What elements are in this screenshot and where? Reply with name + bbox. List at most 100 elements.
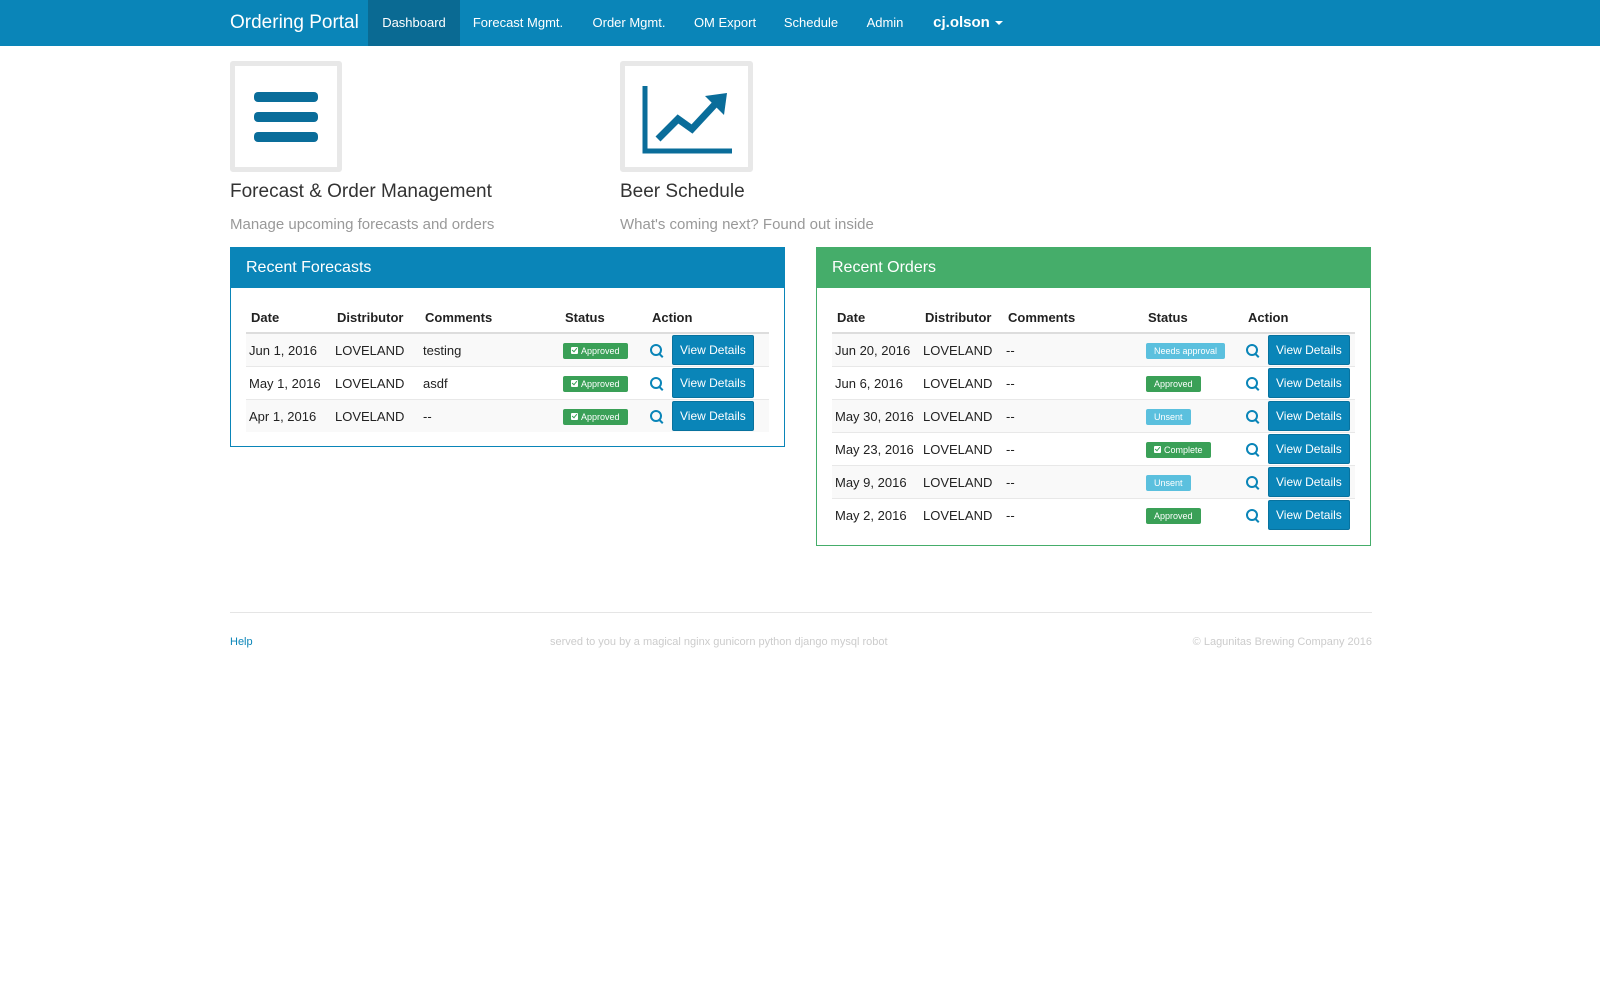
distributor-cell: LOVELAND <box>920 399 1003 433</box>
chart-line-icon <box>642 86 732 154</box>
search-icon[interactable] <box>650 344 662 356</box>
table-row: May 23, 2016 LOVELAND -- Complete View D… <box>832 432 1355 466</box>
comments-cell: -- <box>1003 432 1143 466</box>
status-cell: Needs approval <box>1143 332 1243 367</box>
search-icon[interactable] <box>1246 410 1258 422</box>
date-cell: May 23, 2016 <box>832 432 920 466</box>
status-cell: Unsent <box>1143 399 1243 433</box>
date-cell: Jun 6, 2016 <box>832 366 920 400</box>
action-cell: View Details <box>1243 465 1355 499</box>
forecast-order-title[interactable]: Forecast & Order Management <box>230 181 492 203</box>
date-cell: May 1, 2016 <box>246 366 332 400</box>
distributor-cell: LOVELAND <box>920 498 1003 531</box>
check-icon <box>571 379 578 387</box>
status-cell: Unsent <box>1143 465 1243 499</box>
col-status: Status <box>1143 306 1243 334</box>
comments-cell: -- <box>420 399 560 432</box>
status-badge: Approved <box>1146 507 1201 524</box>
col-action: Action <box>1243 306 1355 334</box>
user-name: cj.olson <box>933 14 990 31</box>
orders-table: Date Distributor Comments Status Action … <box>832 306 1355 531</box>
check-icon <box>1154 445 1161 453</box>
col-comments: Comments <box>420 306 560 334</box>
view-details-button[interactable]: View Details <box>1268 368 1350 398</box>
distributor-cell: LOVELAND <box>920 366 1003 400</box>
col-distributor: Distributor <box>332 306 420 334</box>
status-cell: Complete <box>1143 432 1243 466</box>
col-comments: Comments <box>1003 306 1143 334</box>
view-details-button[interactable]: View Details <box>1268 401 1350 431</box>
col-date: Date <box>246 306 332 334</box>
footer-tagline: served to you by a magical nginx gunicor… <box>550 636 888 648</box>
status-badge: Approved <box>563 342 628 359</box>
search-icon[interactable] <box>650 377 662 389</box>
status-badge: Needs approval <box>1146 342 1226 359</box>
distributor-cell: LOVELAND <box>332 332 420 367</box>
table-row: May 9, 2016 LOVELAND -- Unsent View Deta… <box>832 465 1355 499</box>
status-cell: Approved <box>1143 366 1243 400</box>
comments-cell: -- <box>1003 366 1143 400</box>
col-distributor: Distributor <box>920 306 1003 334</box>
recent-forecasts-panel: Recent Forecasts Date Distributor Commen… <box>230 247 785 447</box>
status-cell: Approved <box>560 399 647 432</box>
help-link[interactable]: Help <box>230 636 253 648</box>
view-details-button[interactable]: View Details <box>1268 434 1350 464</box>
status-badge: Unsent <box>1146 408 1191 425</box>
nav-order-mgmt[interactable]: Order Mgmt. <box>584 0 674 46</box>
recent-forecasts-heading: Recent Forecasts <box>231 248 784 288</box>
action-cell: View Details <box>1243 498 1355 531</box>
beer-schedule-title[interactable]: Beer Schedule <box>620 181 745 203</box>
forecast-order-description: Manage upcoming forecasts and orders <box>230 216 495 233</box>
table-row: Apr 1, 2016 LOVELAND -- Approved View De… <box>246 399 769 432</box>
col-date: Date <box>832 306 920 334</box>
beer-schedule-tile[interactable] <box>620 61 753 172</box>
comments-cell: testing <box>420 332 560 367</box>
date-cell: Apr 1, 2016 <box>246 399 332 432</box>
date-cell: May 30, 2016 <box>832 399 920 433</box>
view-details-button[interactable]: View Details <box>672 368 754 398</box>
footer-divider <box>230 612 1372 613</box>
comments-cell: asdf <box>420 366 560 400</box>
view-details-button[interactable]: View Details <box>672 335 754 365</box>
recent-orders-heading: Recent Orders <box>817 248 1370 288</box>
nav-schedule[interactable]: Schedule <box>776 0 846 46</box>
forecast-order-tile[interactable] <box>230 61 342 172</box>
status-badge: Unsent <box>1146 474 1191 491</box>
search-icon[interactable] <box>1246 377 1258 389</box>
date-cell: May 9, 2016 <box>832 465 920 499</box>
action-cell: View Details <box>1243 366 1355 400</box>
distributor-cell: LOVELAND <box>920 432 1003 466</box>
user-menu-dropdown[interactable]: cj.olson <box>926 0 1010 46</box>
col-status: Status <box>560 306 647 334</box>
status-cell: Approved <box>1143 498 1243 531</box>
menu-icon <box>254 92 318 142</box>
brand-link[interactable]: Ordering Portal <box>230 12 359 34</box>
table-row: May 2, 2016 LOVELAND -- Approved View De… <box>832 498 1355 531</box>
view-details-button[interactable]: View Details <box>1268 500 1350 530</box>
action-cell: View Details <box>647 332 769 367</box>
view-details-button[interactable]: View Details <box>672 401 754 431</box>
nav-dashboard[interactable]: Dashboard <box>368 0 460 46</box>
date-cell: Jun 20, 2016 <box>832 332 920 367</box>
status-badge: Approved <box>563 375 628 392</box>
nav-admin[interactable]: Admin <box>858 0 912 46</box>
action-cell: View Details <box>1243 432 1355 466</box>
search-icon[interactable] <box>1246 509 1258 521</box>
action-cell: View Details <box>1243 332 1355 367</box>
search-icon[interactable] <box>1246 443 1258 455</box>
nav-forecast-mgmt[interactable]: Forecast Mgmt. <box>466 0 570 46</box>
view-details-button[interactable]: View Details <box>1268 335 1350 365</box>
status-badge: Approved <box>1146 375 1201 392</box>
distributor-cell: LOVELAND <box>332 366 420 400</box>
date-cell: May 2, 2016 <box>832 498 920 531</box>
search-icon[interactable] <box>1246 476 1258 488</box>
comments-cell: -- <box>1003 399 1143 433</box>
check-icon <box>571 412 578 420</box>
distributor-cell: LOVELAND <box>920 332 1003 367</box>
search-icon[interactable] <box>650 410 662 422</box>
nav-om-export[interactable]: OM Export <box>686 0 764 46</box>
search-icon[interactable] <box>1246 344 1258 356</box>
forecasts-table: Date Distributor Comments Status Action … <box>246 306 769 432</box>
check-icon <box>571 346 578 354</box>
view-details-button[interactable]: View Details <box>1268 467 1350 497</box>
